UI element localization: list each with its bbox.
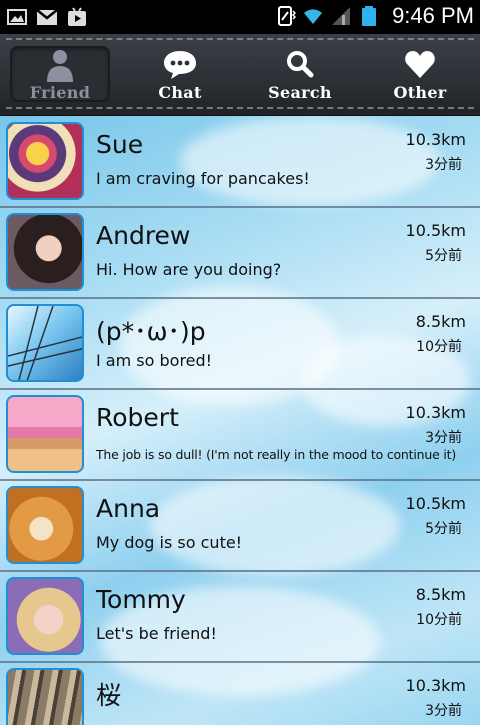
- friend-row[interactable]: Andrew Hi. How are you doing? 10.5km 5分前: [0, 207, 480, 299]
- friend-message: Hi. How are you doing?: [96, 260, 282, 279]
- tab-bar: Friend Chat Search Other: [0, 34, 480, 116]
- chat-bubble-icon: [164, 51, 196, 79]
- friend-time: 10分前: [416, 339, 462, 355]
- friend-time: 10分前: [416, 612, 462, 628]
- friend-time: 3分前: [425, 703, 462, 719]
- powerline-graphic: [8, 306, 82, 380]
- battery-icon: [362, 6, 377, 26]
- avatar[interactable]: [6, 486, 84, 564]
- friend-message: My dog is so cute!: [96, 533, 243, 552]
- wifi-icon: [304, 9, 323, 24]
- tab-search[interactable]: Search: [250, 46, 350, 102]
- avatar[interactable]: [6, 577, 84, 655]
- divider: [6, 107, 474, 109]
- friend-row[interactable]: Sue I am craving for pancakes! 10.3km 3分…: [0, 116, 480, 208]
- tab-chat[interactable]: Chat: [130, 46, 230, 102]
- search-icon: [287, 51, 314, 78]
- avatar[interactable]: [6, 122, 84, 200]
- friend-list[interactable]: Sue I am craving for pancakes! 10.3km 3分…: [0, 116, 480, 725]
- tab-label: Friend: [29, 83, 91, 102]
- avatar[interactable]: [6, 213, 84, 291]
- friend-row[interactable]: 桜 10.3km 3分前: [0, 662, 480, 725]
- image-icon: [7, 9, 27, 25]
- tab-label: Search: [268, 83, 332, 102]
- vibrate-icon: [278, 6, 297, 26]
- friend-message: The job is so dull! (I'm not really in t…: [96, 447, 456, 462]
- avatar[interactable]: [6, 668, 84, 725]
- friend-name: Robert: [96, 403, 179, 432]
- friend-name: Tommy: [96, 585, 186, 614]
- friend-row[interactable]: Anna My dog is so cute! 10.5km 5分前: [0, 480, 480, 572]
- friend-distance: 8.5km: [415, 585, 466, 604]
- friend-time: 5分前: [425, 248, 462, 264]
- status-bar: 9:46 PM: [0, 0, 480, 34]
- signal-icon: [332, 7, 351, 25]
- friend-row[interactable]: (p*･ω･)p I am so bored! 8.5km 10分前: [0, 298, 480, 390]
- notification-icons: [6, 6, 88, 28]
- clock: 9:46 PM: [392, 3, 474, 28]
- friend-distance: 10.3km: [405, 130, 466, 149]
- tab-label: Other: [393, 83, 447, 102]
- tab-other[interactable]: Other: [370, 46, 470, 102]
- friend-distance: 8.5km: [415, 312, 466, 331]
- friend-distance: 10.5km: [405, 494, 466, 513]
- friend-message: Let's be friend!: [96, 624, 217, 643]
- avatar[interactable]: [6, 395, 84, 473]
- tab-label: Chat: [158, 83, 202, 102]
- person-icon: [47, 50, 73, 82]
- avatar[interactable]: [6, 304, 84, 382]
- gmail-icon: [36, 9, 58, 25]
- heart-icon: [405, 51, 435, 78]
- system-icons: 9:46 PM: [274, 3, 474, 29]
- friend-name: Andrew: [96, 221, 191, 250]
- friend-row[interactable]: Tommy Let's be friend! 8.5km 10分前: [0, 571, 480, 663]
- tab-friend[interactable]: Friend: [10, 46, 110, 102]
- friend-name: (p*･ω･)p: [96, 317, 206, 346]
- friend-time: 5分前: [425, 521, 462, 537]
- friend-distance: 10.5km: [405, 221, 466, 240]
- play-store-icon: [68, 7, 86, 26]
- friend-message: I am so bored!: [96, 351, 213, 370]
- friend-row[interactable]: Robert The job is so dull! (I'm not real…: [0, 389, 480, 481]
- friend-name: 桜: [96, 681, 122, 710]
- friend-message: I am craving for pancakes!: [96, 169, 310, 188]
- friend-time: 3分前: [425, 430, 462, 446]
- friend-name: Anna: [96, 494, 161, 523]
- friend-name: Sue: [96, 130, 144, 159]
- divider: [6, 38, 474, 40]
- friend-distance: 10.3km: [405, 676, 466, 695]
- friend-time: 3分前: [425, 157, 462, 173]
- friend-distance: 10.3km: [405, 403, 466, 422]
